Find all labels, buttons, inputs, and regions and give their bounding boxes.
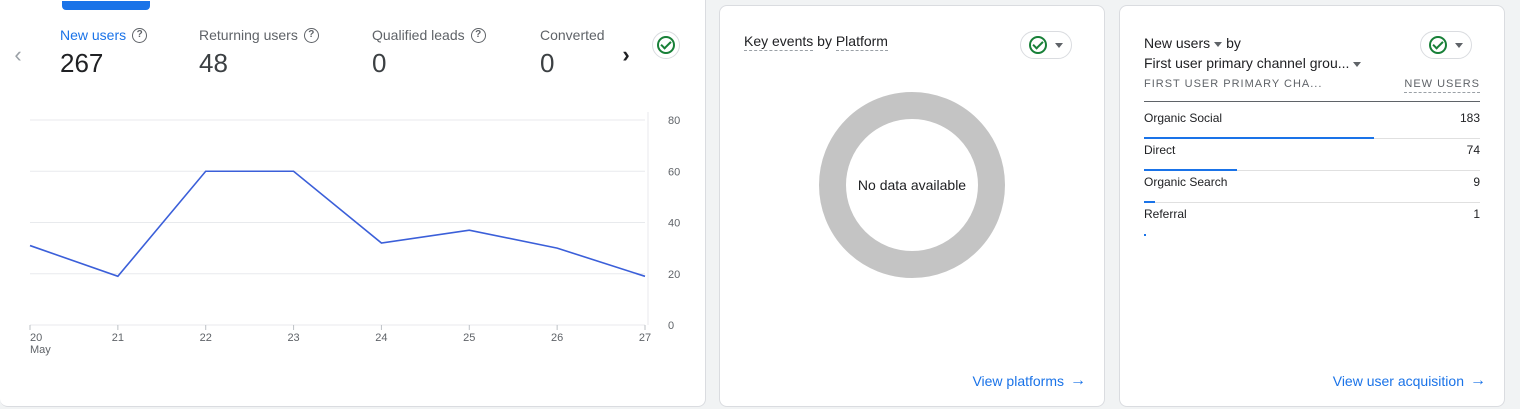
table-header: FIRST USER PRIMARY CHA... NEW USERS (1144, 78, 1480, 93)
arrow-right-icon: → (1470, 372, 1486, 389)
check-circle-icon (1429, 36, 1447, 54)
y-tick-label: 0 (668, 320, 674, 332)
y-tick-label: 60 (668, 166, 680, 178)
x-tick-label: 27 (639, 332, 651, 344)
card-title: Key events by Platform (744, 33, 888, 51)
title-dimension[interactable]: Platform (835, 33, 888, 51)
status-check-dropdown[interactable] (1020, 31, 1072, 59)
x-tick-label: 25 (463, 332, 475, 344)
link-label: View user acquisition (1332, 373, 1464, 389)
caret-down-icon (1455, 42, 1463, 48)
row-value: 74 (1466, 143, 1480, 157)
y-tick-label: 80 (668, 115, 680, 127)
platform-card: Key events by Platform No data available… (719, 5, 1105, 407)
x-tick-label: 20 (30, 332, 42, 344)
table-row: Organic Social 183 (1144, 107, 1480, 139)
title-metric[interactable]: New users (1144, 35, 1210, 51)
metrics-card: ‹ New users? 267 Returning users? 48 Qua… (0, 0, 706, 407)
x-tick-label: 22 (200, 332, 212, 344)
series-line[interactable] (29, 170, 646, 278)
line-chart: 80 60 40 20 0 20 21 22 23 24 25 26 27 May (29, 112, 680, 356)
x-tick-label: 21 (112, 332, 124, 344)
arrow-right-icon: → (1070, 372, 1086, 389)
column-header-new-users[interactable]: NEW USERS (1404, 78, 1480, 93)
x-tick-label: 23 (287, 332, 299, 344)
x-month-label: May (30, 344, 51, 356)
status-check-dropdown[interactable] (1420, 31, 1472, 59)
header-divider (1144, 101, 1480, 102)
table-row: Referral 1 (1144, 203, 1480, 236)
caret-down-icon (1055, 42, 1063, 48)
table-row: Organic Search 9 (1144, 171, 1480, 203)
title-by: by (1226, 35, 1241, 51)
row-value: 9 (1473, 175, 1480, 189)
table-row: Direct 74 (1144, 139, 1480, 171)
row-channel-name: Referral (1144, 207, 1187, 221)
row-channel-name: Organic Search (1144, 175, 1228, 189)
link-label: View platforms (972, 373, 1064, 389)
view-user-acquisition-link[interactable]: View user acquisition → (1332, 372, 1486, 390)
row-channel-name: Organic Social (1144, 111, 1223, 125)
row-value: 183 (1459, 111, 1480, 125)
no-data-text: No data available (857, 177, 967, 193)
view-platforms-link[interactable]: View platforms → (972, 372, 1086, 390)
row-value: 1 (1473, 207, 1480, 221)
card-title: New users by First user primary channel g… (1144, 33, 1365, 73)
row-share-bar (1144, 234, 1146, 236)
column-header-channel: FIRST USER PRIMARY CHA... (1144, 78, 1323, 90)
empty-donut-chart: No data available (819, 92, 1005, 278)
y-tick-label: 20 (668, 269, 680, 281)
row-channel-name: Direct (1144, 143, 1176, 157)
x-tick-label: 24 (375, 332, 387, 344)
x-tick-label: 26 (551, 332, 563, 344)
acquisition-card: New users by First user primary channel g… (1119, 5, 1505, 407)
check-circle-icon (1029, 36, 1047, 54)
title-by: by (817, 33, 832, 49)
caret-down-icon[interactable] (1214, 41, 1223, 47)
title-dimension[interactable]: First user primary channel grou... (1144, 55, 1349, 71)
title-metric[interactable]: Key events (744, 33, 814, 51)
caret-down-icon[interactable] (1353, 61, 1362, 67)
y-tick-label: 40 (668, 218, 680, 230)
